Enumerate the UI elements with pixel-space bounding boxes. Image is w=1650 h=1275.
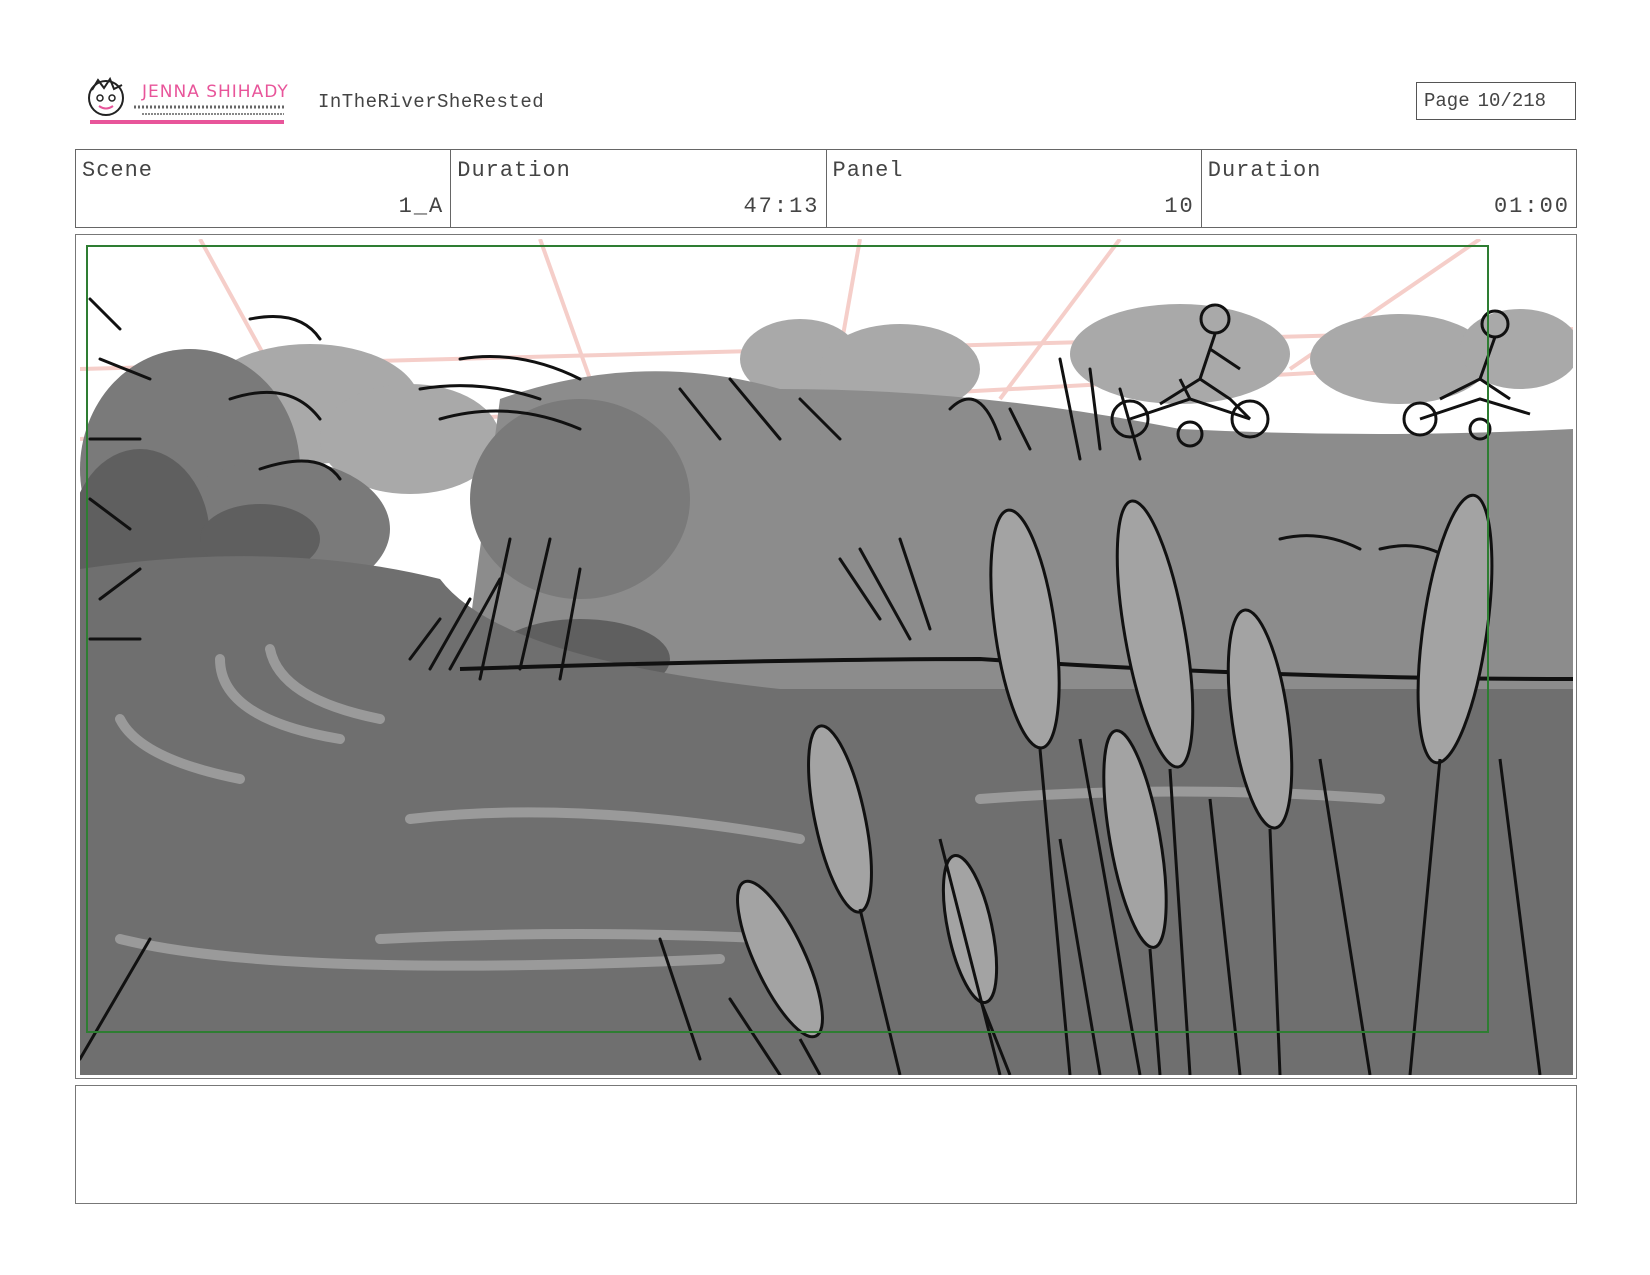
scene-value: 1_A bbox=[398, 194, 445, 219]
panel-label: Panel bbox=[832, 158, 904, 183]
scene-duration-label: Duration bbox=[457, 158, 571, 183]
panel-notes bbox=[75, 1085, 1577, 1204]
panel-cell: Panel 10 bbox=[827, 150, 1202, 227]
project-title: InTheRiverSheRested bbox=[318, 91, 545, 113]
artist-logo: JENNA SHIHADY bbox=[84, 76, 290, 126]
page-number: 10/218 bbox=[1477, 90, 1547, 112]
storyboard-panel bbox=[75, 234, 1577, 1079]
panel-value: 10 bbox=[1164, 194, 1195, 219]
panel-duration-label: Duration bbox=[1207, 158, 1322, 183]
panel-info-row: Scene 1_A Duration 47:13 Panel 10 Durati… bbox=[75, 149, 1577, 228]
logo-text: JENNA SHIHADY bbox=[141, 82, 289, 102]
scene-duration-cell: Duration 47:13 bbox=[451, 150, 827, 227]
panel-duration-value: 01:00 bbox=[1493, 194, 1570, 219]
panel-illustration bbox=[80, 239, 1573, 1075]
scene-duration-value: 47:13 bbox=[743, 194, 820, 219]
page-label: Page bbox=[1424, 90, 1470, 112]
scene-cell: Scene 1_A bbox=[76, 150, 452, 227]
page-indicator: Page 10/218 bbox=[1416, 82, 1576, 120]
scene-label: Scene bbox=[82, 158, 154, 183]
panel-duration-cell: Duration 01:00 bbox=[1202, 150, 1576, 227]
